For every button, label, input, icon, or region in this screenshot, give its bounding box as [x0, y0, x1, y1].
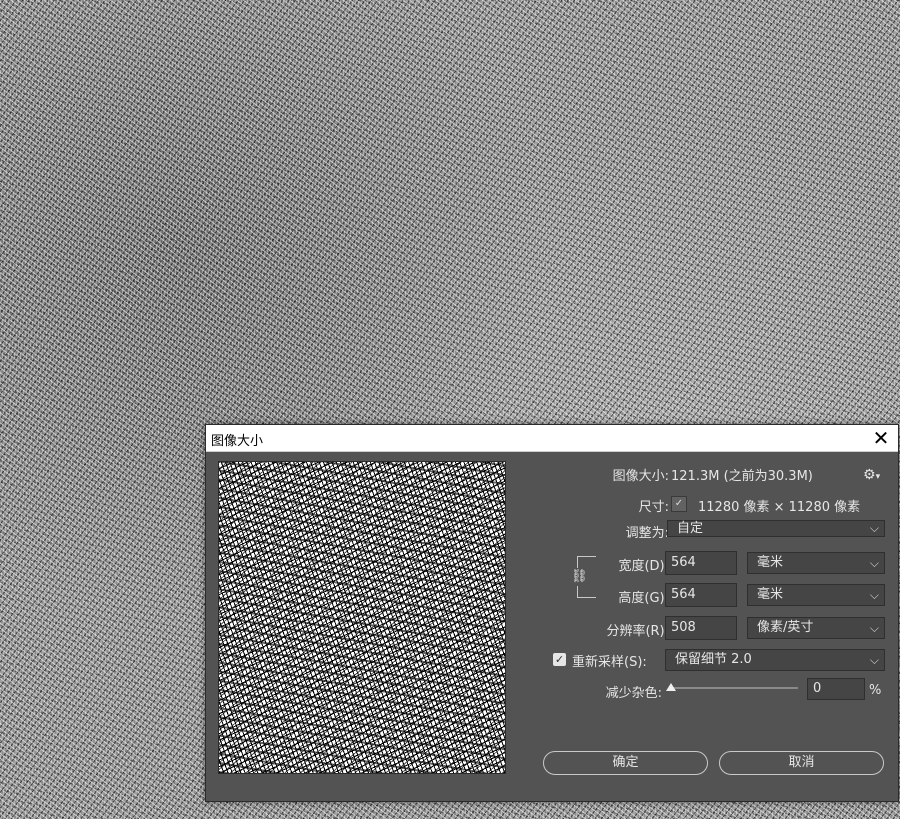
chevron-down-icon: ⌵	[869, 653, 879, 667]
image-size-dialog: 图像大小 ✕ 图像大小: 121.3M (之前为30.3M) ⚙▾ 尺寸: ✓ …	[205, 424, 899, 802]
resolution-label: 分辨率(R):	[606, 624, 669, 639]
chevron-down-icon: ⌵	[869, 621, 879, 635]
checkmark-icon: ✓	[554, 653, 565, 666]
fit-to-select[interactable]: 自定 ⌵	[667, 520, 885, 537]
gear-caret-icon: ▾	[875, 472, 881, 482]
width-unit: 毫米	[757, 555, 784, 570]
width-unit-select[interactable]: 毫米 ⌵	[747, 552, 885, 574]
resample-method-select[interactable]: 保留细节 2.0 ⌵	[665, 649, 885, 671]
chevron-down-icon: ⌵	[869, 556, 879, 570]
height-value: 564	[671, 587, 696, 602]
dimensions-dropdown-icon[interactable]: ✓	[671, 496, 687, 512]
height-unit: 毫米	[757, 587, 784, 602]
reduce-noise-slider-thumb[interactable]	[666, 683, 676, 691]
chevron-down-icon: ⌵	[869, 588, 879, 602]
resolution-value: 508	[671, 620, 696, 635]
reduce-noise-input[interactable]: 0	[807, 678, 865, 700]
height-label: 高度(G):	[618, 591, 669, 606]
resolution-unit-select[interactable]: 像素/英寸 ⌵	[747, 617, 885, 639]
dialog-titlebar[interactable]: 图像大小 ✕	[206, 425, 898, 452]
resample-label: 重新采样(S):	[572, 655, 647, 670]
link-chain-icon[interactable]: ⛓	[571, 568, 588, 586]
resolution-input[interactable]: 508	[665, 616, 737, 640]
gear-icon[interactable]: ⚙▾	[863, 467, 880, 483]
reduce-noise-label: 减少杂色:	[605, 686, 662, 701]
close-icon[interactable]: ✕	[870, 427, 892, 449]
image-size-label: 图像大小:	[612, 469, 669, 484]
chevron-down-icon: ⌵	[869, 521, 879, 535]
fit-to-label: 调整为:	[625, 526, 669, 541]
dimensions-value: 11280 像素 × 11280 像素	[698, 500, 861, 515]
dialog-title: 图像大小	[211, 434, 264, 449]
image-size-value: 121.3M (之前为30.3M)	[671, 469, 813, 484]
resolution-unit: 像素/英寸	[757, 620, 814, 635]
height-input[interactable]: 564	[665, 583, 737, 607]
width-input[interactable]: 564	[665, 551, 737, 575]
reduce-noise-unit: %	[869, 683, 882, 698]
reduce-noise-value: 0	[813, 681, 822, 696]
height-unit-select[interactable]: 毫米 ⌵	[747, 584, 885, 606]
image-preview[interactable]	[218, 461, 506, 774]
cancel-button[interactable]: 取消	[719, 751, 884, 775]
resample-method: 保留细节 2.0	[675, 652, 752, 667]
fit-to-value: 自定	[677, 521, 704, 536]
width-value: 564	[671, 555, 696, 570]
reduce-noise-slider-track[interactable]	[672, 687, 798, 689]
resample-checkbox[interactable]: ✓	[553, 653, 566, 666]
dimensions-label: 尺寸:	[638, 500, 669, 515]
width-label: 宽度(D):	[618, 559, 669, 574]
ok-button[interactable]: 确定	[543, 751, 708, 775]
